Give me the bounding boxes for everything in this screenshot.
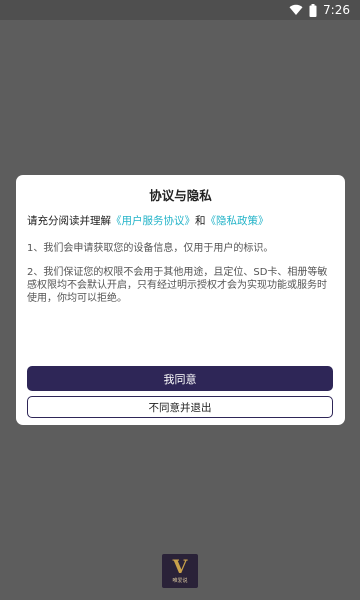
paragraph-2: 2、我们保证您的权限不会用于其他用途，且定位、SD卡、相册等敏感权限均不会默认开… [27, 267, 328, 304]
logo-letter: V [172, 556, 188, 578]
intro-text: 请充分阅读并理解《用户服务协议》和《隐私政策》 [27, 213, 337, 228]
agree-button[interactable]: 我同意 [27, 366, 333, 391]
privacy-dialog: 协议与隐私 请充分阅读并理解《用户服务协议》和《隐私政策》 1、我们会申请获取您… [16, 175, 345, 425]
privacy-policy-link[interactable]: 《隐私政策》 [206, 215, 269, 227]
status-time: 7:26 [323, 3, 350, 17]
disagree-exit-button[interactable]: 不同意并退出 [27, 396, 333, 418]
wifi-icon [289, 4, 303, 16]
app-logo: V 唯爱说 [162, 554, 198, 588]
status-indicators: 7:26 [289, 2, 350, 18]
intro-and: 和 [195, 215, 206, 227]
status-bar: 7:26 [0, 0, 360, 20]
intro-prefix: 请充分阅读并理解 [27, 215, 111, 227]
logo-caption: 唯爱说 [172, 578, 188, 584]
battery-icon [309, 3, 317, 17]
dialog-title: 协议与隐私 [149, 188, 212, 203]
user-agreement-link[interactable]: 《用户服务协议》 [111, 215, 195, 227]
paragraph-1: 1、我们会申请获取您的设备信息，仅用于用户的标识。 [27, 243, 274, 254]
